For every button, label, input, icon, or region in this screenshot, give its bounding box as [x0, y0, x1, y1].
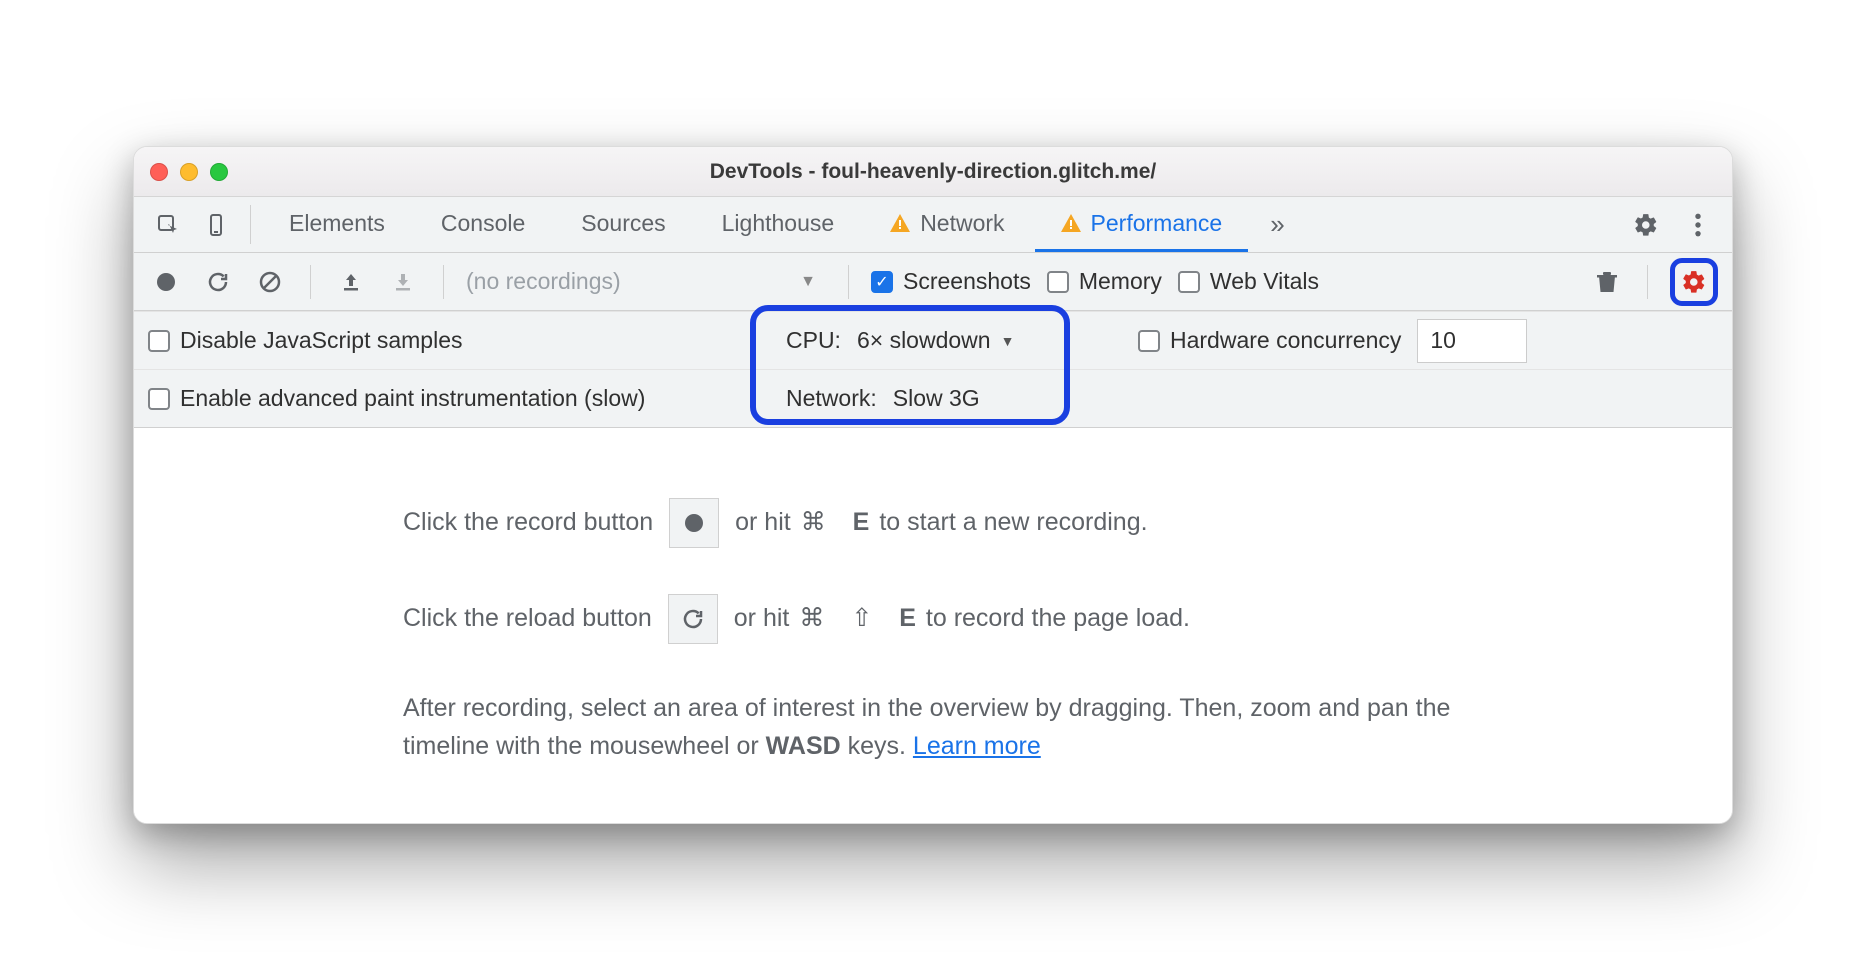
hardware-concurrency-input[interactable]: 10	[1417, 319, 1527, 363]
hint-record: Click the record button or hit ⌘ E to st…	[403, 498, 1463, 548]
warning-icon	[890, 214, 910, 232]
traffic-lights	[150, 163, 228, 181]
checkbox-icon	[1047, 271, 1069, 293]
download-profile-icon[interactable]	[385, 264, 421, 300]
tab-sources[interactable]: Sources	[555, 197, 691, 252]
tab-console[interactable]: Console	[415, 197, 551, 252]
record-button-inline[interactable]	[669, 498, 719, 548]
capture-settings-button[interactable]	[1681, 269, 1707, 295]
checkbox-icon	[148, 388, 170, 410]
disable-js-checkbox[interactable]: Disable JavaScript samples	[148, 327, 463, 354]
capture-settings-highlight	[1670, 258, 1718, 306]
empty-state: Click the record button or hit ⌘ E to st…	[134, 428, 1732, 823]
tabs-overflow-button[interactable]: »	[1252, 197, 1302, 252]
memory-checkbox[interactable]: Memory	[1047, 268, 1162, 295]
hint-reload: Click the reload button or hit ⌘ ⇧ E to …	[403, 594, 1463, 644]
minimize-window-button[interactable]	[180, 163, 198, 181]
separator	[310, 265, 311, 299]
recordings-dropdown[interactable]: (no recordings) ▼	[466, 268, 826, 295]
record-button[interactable]	[148, 264, 184, 300]
separator	[443, 265, 444, 299]
tab-lighthouse[interactable]: Lighthouse	[696, 197, 861, 252]
chevron-down-icon: ▼	[1001, 333, 1015, 349]
learn-more-link[interactable]: Learn more	[913, 732, 1041, 760]
checkbox-icon	[1178, 271, 1200, 293]
webvitals-checkbox[interactable]: Web Vitals	[1178, 268, 1319, 295]
delete-button[interactable]	[1589, 264, 1625, 300]
devtools-window: DevTools - foul-heavenly-direction.glitc…	[133, 146, 1733, 824]
inspect-element-icon[interactable]	[146, 197, 190, 252]
reload-button-inline[interactable]	[668, 594, 718, 644]
checkbox-icon: ✓	[871, 271, 893, 293]
chevron-down-icon: ▼	[800, 273, 816, 291]
network-throttle-dropdown[interactable]: Network: Slow 3G	[768, 370, 998, 427]
maximize-window-button[interactable]	[210, 163, 228, 181]
tab-network[interactable]: Network	[864, 197, 1030, 252]
cpu-throttle-dropdown[interactable]: CPU: 6× slowdown▼	[768, 312, 1032, 369]
hardware-concurrency-checkbox[interactable]: Hardware concurrency	[1138, 327, 1401, 354]
separator	[848, 265, 849, 299]
reload-button[interactable]	[200, 264, 236, 300]
paint-instrumentation-checkbox[interactable]: Enable advanced paint instrumentation (s…	[148, 385, 645, 412]
checkbox-icon	[1138, 330, 1160, 352]
device-toggle-icon[interactable]	[194, 197, 238, 252]
settings-icon[interactable]	[1624, 212, 1668, 238]
performance-toolbar: (no recordings) ▼ ✓ Screenshots Memory W…	[134, 253, 1732, 311]
tab-elements[interactable]: Elements	[263, 197, 411, 252]
checkbox-icon	[148, 330, 170, 352]
titlebar: DevTools - foul-heavenly-direction.glitc…	[134, 147, 1732, 197]
separator	[250, 205, 251, 244]
capture-settings-panel: Disable JavaScript samples CPU: 6× slowd…	[134, 311, 1732, 428]
clear-button[interactable]	[252, 264, 288, 300]
window-title: DevTools - foul-heavenly-direction.glitc…	[134, 160, 1732, 184]
devtools-tabs-row: Elements Console Sources Lighthouse Netw…	[134, 197, 1732, 253]
close-window-button[interactable]	[150, 163, 168, 181]
kebab-menu-icon[interactable]	[1676, 212, 1720, 238]
screenshots-checkbox[interactable]: ✓ Screenshots	[871, 268, 1031, 295]
tab-performance[interactable]: Performance	[1035, 197, 1249, 252]
upload-profile-icon[interactable]	[333, 264, 369, 300]
separator	[1647, 265, 1648, 299]
hint-navigate: After recording, select an area of inter…	[403, 690, 1463, 765]
warning-icon	[1061, 214, 1081, 232]
